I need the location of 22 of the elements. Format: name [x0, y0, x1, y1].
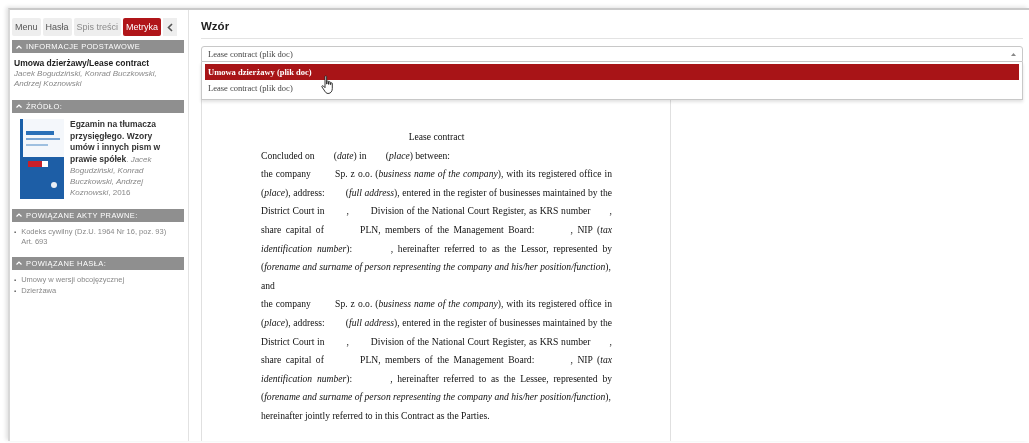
dropdown-option[interactable]: Lease contract (plik doc): [205, 80, 1019, 96]
file-select[interactable]: Lease contract (plik doc): [201, 46, 1023, 62]
chevron-up-icon: [16, 44, 22, 49]
sidebar-tab[interactable]: Menu: [12, 18, 41, 36]
pointer-hand-icon: [320, 75, 336, 95]
sidebar-tab[interactable]: Metryka: [123, 18, 162, 36]
sidebar-tab[interactable]: Hasła: [42, 18, 72, 36]
collapse-button[interactable]: [163, 18, 178, 36]
chevron-up-icon: [16, 213, 22, 218]
document-heading: Lease contract: [407, 130, 466, 144]
contract-paragraph: Concluded on (date) in (place) between:: [261, 148, 451, 163]
caret-icon: [1011, 52, 1016, 56]
authors-text: Jacek Bogudziński, Konrad Buczkowski, Andrzej Koznowski: [14, 69, 158, 90]
chevron-left-icon: [167, 22, 174, 32]
chevron-up-icon: [16, 104, 22, 109]
document-title: Umowa dzierżawy/Lease contract: [14, 58, 151, 68]
section-title: Wzór: [201, 10, 1023, 39]
contract-paragraph: hereinafter jointly referred to in this Contract as the Parties.: [261, 408, 491, 423]
chevron-up-icon: [16, 261, 22, 266]
contract-paragraph: and: [261, 278, 276, 293]
dropdown-option[interactable]: Umowa dzierżawy (plik doc): [205, 64, 1019, 80]
source-text: Egzamin na tłumacza przysięgłego. Wzory umów i innych pism w prawie spółek. Jacek Bogudziński, Konrad Buczkowski, Andrzej Koznowski, 2016: [70, 118, 162, 199]
